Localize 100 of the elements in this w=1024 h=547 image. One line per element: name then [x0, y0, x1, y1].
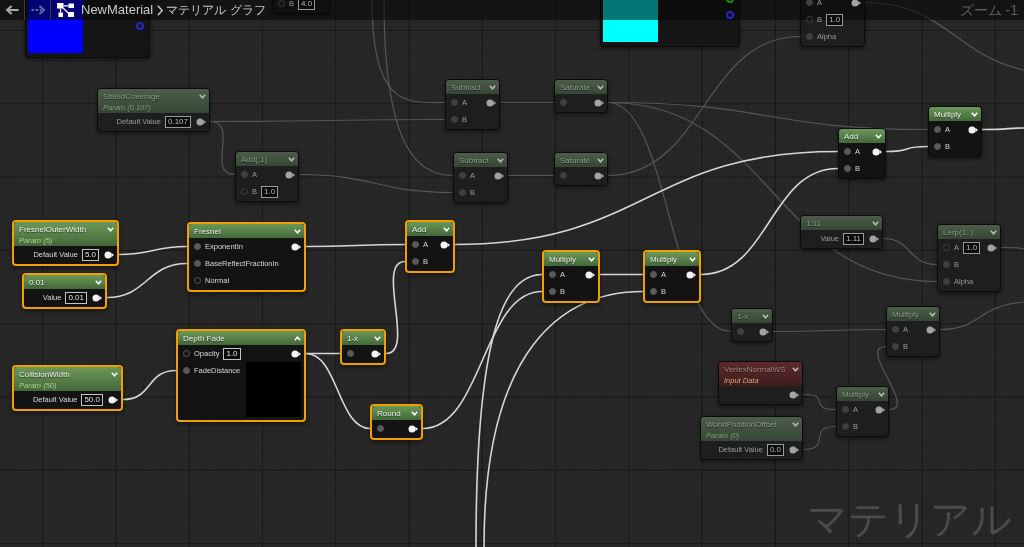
output-pin-icon[interactable] — [291, 242, 301, 251]
input-pin-icon[interactable] — [194, 277, 201, 284]
graph-node[interactable]: Round — [370, 404, 423, 440]
input-pin-icon[interactable] — [412, 258, 419, 265]
graph-icon[interactable] — [57, 3, 74, 17]
chevron-down-icon[interactable] — [929, 312, 936, 317]
output-pin-icon[interactable] — [789, 390, 799, 399]
chevron-down-icon[interactable] — [792, 367, 799, 372]
output-pin-icon[interactable] — [494, 171, 504, 180]
input-pin-icon[interactable] — [892, 326, 899, 333]
input-pin-icon[interactable] — [892, 343, 899, 350]
input-pin-icon[interactable] — [737, 328, 744, 335]
connection-wire — [802, 393, 837, 411]
output-pin-icon[interactable] — [686, 270, 696, 279]
output-pin-icon[interactable] — [585, 270, 595, 279]
input-pin-icon[interactable] — [560, 172, 567, 179]
input-pin-icon[interactable] — [943, 244, 950, 251]
output-pin-icon[interactable] — [594, 171, 604, 180]
input-pin-icon[interactable] — [194, 260, 201, 267]
input-pin-icon[interactable] — [560, 99, 567, 106]
input-pin-icon[interactable] — [459, 172, 466, 179]
chevron-down-icon[interactable] — [597, 158, 604, 163]
input-pin-icon[interactable] — [934, 143, 941, 150]
output-pin-icon[interactable] — [789, 445, 799, 454]
graph-node[interactable]: 1-x — [340, 329, 386, 365]
output-pin-icon[interactable] — [869, 234, 879, 243]
output-pin-icon[interactable] — [594, 98, 604, 107]
node-title: Fresnel — [194, 227, 221, 236]
input-pin-icon[interactable] — [806, 16, 813, 23]
value-field[interactable]: 5.0 — [81, 248, 99, 261]
breadcrumb-link[interactable]: NewMaterial — [81, 0, 154, 20]
input-pin-icon[interactable] — [650, 271, 657, 278]
value-field[interactable]: 50.0 — [81, 393, 103, 406]
connection-wire — [118, 245, 188, 256]
input-pin-icon[interactable] — [650, 288, 657, 295]
input-pin-icon[interactable] — [194, 243, 201, 250]
output-pin-icon[interactable] — [408, 424, 418, 433]
output-pin-icon[interactable] — [440, 240, 450, 249]
input-pin-icon[interactable] — [934, 126, 941, 133]
input-pin-icon[interactable] — [842, 423, 849, 430]
chevron-down-icon[interactable] — [878, 392, 885, 397]
node-title: Subtract — [459, 156, 489, 165]
input-pin-icon[interactable] — [412, 241, 419, 248]
chevron-down-icon[interactable] — [597, 85, 604, 90]
value-field[interactable]: 0.107 — [164, 115, 191, 128]
input-pin-icon[interactable] — [844, 148, 851, 155]
output-pin-icon[interactable] — [108, 395, 118, 404]
input-pin-icon[interactable] — [844, 165, 851, 172]
output-pin-icon[interactable] — [486, 98, 496, 107]
connection-wire — [877, 345, 898, 411]
input-pin-icon[interactable] — [549, 271, 556, 278]
input-pin-icon[interactable] — [183, 367, 190, 374]
output-pin-icon[interactable] — [968, 125, 978, 134]
input-pin-icon[interactable] — [459, 189, 466, 196]
chevron-down-icon[interactable] — [288, 157, 295, 162]
input-pin-icon[interactable] — [451, 116, 458, 123]
output-pin-icon[interactable] — [104, 250, 114, 259]
input-pin-icon[interactable] — [377, 425, 384, 432]
input-pin-icon[interactable] — [806, 0, 813, 6]
chevron-down-icon[interactable] — [792, 422, 799, 427]
chevron-up-icon[interactable] — [294, 336, 301, 341]
input-pin-icon[interactable] — [241, 171, 248, 178]
input-pin-icon[interactable] — [549, 288, 556, 295]
output-pin-icon[interactable] — [926, 325, 936, 334]
output-pin-icon[interactable] — [851, 0, 861, 7]
input-pin-icon[interactable] — [347, 350, 354, 357]
node-title: Add(,1) — [241, 155, 268, 164]
chevron-down-icon[interactable] — [990, 230, 997, 235]
input-pin-icon[interactable] — [943, 261, 950, 268]
input-pin-icon[interactable] — [183, 350, 190, 357]
input-pin-icon[interactable] — [451, 99, 458, 106]
chevron-down-icon[interactable] — [199, 94, 206, 99]
input-pin-icon[interactable] — [241, 188, 248, 195]
output-pin-icon[interactable] — [291, 349, 301, 358]
output-pin-icon[interactable] — [872, 147, 882, 156]
value-field[interactable]: 0.01 — [65, 291, 87, 304]
chevron-down-icon[interactable] — [872, 221, 879, 226]
input-pin-icon[interactable] — [943, 278, 950, 285]
output-pin-icon[interactable] — [759, 327, 769, 336]
input-pin-icon[interactable] — [278, 0, 285, 7]
arrow-left-icon[interactable] — [5, 5, 19, 15]
value-field[interactable]: 1.0 — [261, 185, 279, 198]
chevron-down-icon[interactable] — [762, 314, 769, 319]
chevron-down-icon[interactable] — [497, 158, 504, 163]
value-field[interactable]: 1.0 — [963, 241, 981, 254]
output-pin-icon[interactable] — [987, 243, 997, 252]
output-pin-icon[interactable] — [196, 117, 206, 126]
chevron-down-icon[interactable] — [489, 85, 496, 90]
value-field[interactable]: 1.0 — [223, 347, 241, 360]
input-pin-icon[interactable] — [806, 33, 813, 40]
value-field[interactable]: 4.0 — [298, 0, 316, 10]
output-pin-icon[interactable] — [285, 170, 295, 179]
output-pin-icon[interactable] — [875, 405, 885, 414]
output-pin-icon[interactable] — [371, 349, 381, 358]
value-field[interactable]: 0.0 — [766, 443, 784, 456]
value-field[interactable]: 1.11 — [843, 232, 864, 245]
output-pin-icon[interactable] — [92, 293, 102, 302]
node-title: ShieldCoverage — [103, 92, 160, 101]
input-pin-icon[interactable] — [842, 406, 849, 413]
value-field[interactable]: 1.0 — [826, 13, 844, 26]
